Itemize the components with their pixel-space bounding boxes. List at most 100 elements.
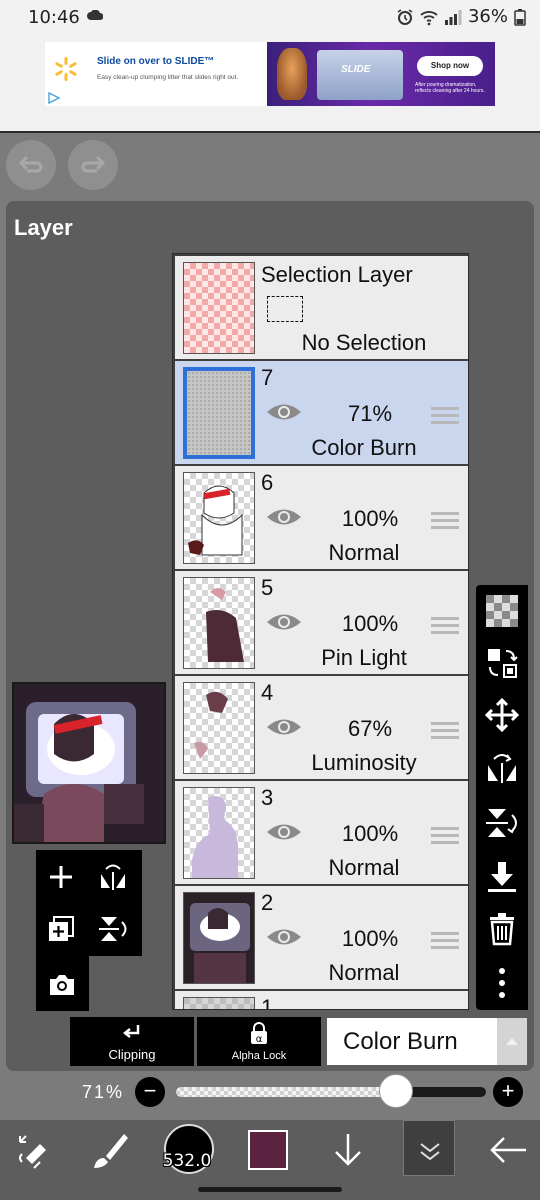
system-nav-bar xyxy=(0,1180,540,1200)
back-arrow-icon[interactable] xyxy=(486,1128,530,1172)
layer-row-4[interactable]: 4 67% Luminosity xyxy=(175,676,468,779)
ad-headline: Slide on over to SLIDE™ xyxy=(97,56,215,67)
layer-row-3[interactable]: 3 100% Normal xyxy=(175,781,468,884)
drag-handle-icon[interactable] xyxy=(431,720,459,740)
visibility-eye-icon[interactable] xyxy=(265,611,303,633)
layer-add-tools xyxy=(36,850,142,956)
layer-list[interactable]: Selection Layer No Selection 7 71% Color… xyxy=(172,253,469,1010)
drag-handle-icon[interactable] xyxy=(431,405,459,425)
opacity-slider-thumb[interactable] xyxy=(379,1074,414,1108)
layer-blend-mode: Normal xyxy=(328,855,400,880)
drag-handle-icon[interactable] xyxy=(431,930,459,950)
signal-icon xyxy=(444,9,462,25)
flip-vertical-icon[interactable] xyxy=(484,805,520,841)
camera-icon[interactable] xyxy=(47,970,77,1000)
brush-size-value: 532.0 xyxy=(162,1151,212,1171)
canvas-preview[interactable] xyxy=(12,682,166,844)
layer-swap-icon[interactable] xyxy=(484,645,520,681)
selection-layer-title: Selection Layer xyxy=(261,262,413,287)
redo-icon xyxy=(81,155,105,173)
layer-opacity: 67% xyxy=(347,716,393,741)
opacity-increase-button[interactable]: + xyxy=(493,1077,523,1107)
layer-thumbnail xyxy=(183,787,255,879)
layer-thumbnail xyxy=(183,472,255,564)
visibility-eye-icon[interactable] xyxy=(265,926,303,948)
visibility-eye-icon[interactable] xyxy=(265,506,303,528)
alarm-icon xyxy=(397,8,413,25)
flip-vertical-layer-icon[interactable] xyxy=(98,914,128,944)
artwork-preview-image xyxy=(14,684,164,842)
home-indicator[interactable] xyxy=(198,1187,342,1192)
ad-brand: SLIDE xyxy=(341,64,371,75)
flip-layer-icon[interactable] xyxy=(98,862,128,892)
blend-mode-select[interactable]: Color Burn xyxy=(327,1018,497,1065)
ad-cat-image xyxy=(277,48,307,100)
selection-marquee-icon xyxy=(267,296,303,322)
layer-row-2[interactable]: 2 100% Normal xyxy=(175,886,468,989)
layer-blend-mode: Color Burn xyxy=(311,435,417,460)
layer-opacity: 71% xyxy=(347,401,393,426)
current-color-swatch[interactable] xyxy=(248,1130,288,1170)
move-icon[interactable] xyxy=(484,697,520,733)
clipping-button[interactable]: Clipping xyxy=(70,1017,194,1066)
drag-handle-icon[interactable] xyxy=(431,615,459,635)
alpha-lock-button[interactable]: α Alpha Lock xyxy=(197,1017,321,1066)
layer-opacity: 100% xyxy=(341,821,399,846)
selection-layer-thumbnail xyxy=(183,262,255,354)
visibility-eye-icon[interactable] xyxy=(265,716,303,738)
ad-fine-print: After pouring dramatization, reflects cl… xyxy=(415,82,485,94)
wifi-icon xyxy=(420,10,438,25)
transform-tool-icon[interactable] xyxy=(10,1128,54,1172)
layer-number: 3 xyxy=(261,785,274,810)
duplicate-layer-icon[interactable] xyxy=(46,914,76,944)
layer-thumbnail xyxy=(183,367,255,459)
ad-banner[interactable]: Slide on over to SLIDE™ Easy clean-up cl… xyxy=(45,42,495,106)
ad-right-panel: SLIDE Shop now After pouring dramatizati… xyxy=(267,42,495,106)
clipping-label: Clipping xyxy=(108,1047,156,1062)
undo-button[interactable] xyxy=(6,140,56,190)
layer-row-5[interactable]: 5 100% Pin Light xyxy=(175,571,468,674)
layer-down-arrow-icon[interactable] xyxy=(326,1128,370,1172)
opacity-decrease-button[interactable]: − xyxy=(135,1077,165,1107)
layer-row-6[interactable]: 6 100% Normal xyxy=(175,466,468,569)
cloud-icon xyxy=(87,10,103,20)
layer-blend-mode: Normal xyxy=(328,540,400,565)
undo-icon xyxy=(19,155,43,173)
menu-toggle-button[interactable] xyxy=(403,1120,455,1176)
panel-title: Layer xyxy=(14,215,73,240)
layer-tools-toolbar xyxy=(476,585,528,1010)
add-layer-icon[interactable] xyxy=(46,862,76,892)
drag-handle-icon[interactable] xyxy=(431,510,459,530)
opacity-slider-track[interactable] xyxy=(176,1087,486,1097)
ad-shop-now-button[interactable]: Shop now xyxy=(417,56,483,76)
blend-mode-dropdown-button[interactable] xyxy=(497,1018,527,1065)
visibility-eye-icon[interactable] xyxy=(265,821,303,843)
ad-choices-icon[interactable] xyxy=(47,92,61,104)
brush-tool-icon[interactable] xyxy=(88,1128,132,1172)
layer-row-7[interactable]: 7 71% Color Burn xyxy=(175,361,468,464)
transparent-background-icon[interactable] xyxy=(484,593,520,629)
battery-percent: 36% xyxy=(467,6,508,27)
layer-thumbnail xyxy=(183,577,255,669)
alpha-lock-icon: α xyxy=(251,1022,267,1045)
visibility-eye-icon[interactable] xyxy=(265,401,303,423)
battery-icon xyxy=(514,8,526,26)
selection-layer-row[interactable]: Selection Layer No Selection xyxy=(175,256,468,359)
chevron-up-icon xyxy=(506,1038,518,1045)
layer-row-1[interactable]: 1 xyxy=(175,991,468,1009)
layer-number: 5 xyxy=(261,575,274,600)
flip-horizontal-icon[interactable] xyxy=(484,751,520,787)
redo-button[interactable] xyxy=(68,140,118,190)
delete-trash-icon[interactable] xyxy=(484,911,520,947)
clipping-icon xyxy=(122,1025,140,1038)
drag-handle-icon[interactable] xyxy=(431,825,459,845)
more-options-icon[interactable] xyxy=(484,965,520,1001)
opacity-value-label: 71% xyxy=(82,1082,125,1102)
layer-number: 7 xyxy=(261,365,274,390)
merge-down-icon[interactable] xyxy=(484,859,520,895)
layer-thumbnail xyxy=(183,892,255,984)
layer-thumbnail xyxy=(183,997,255,1009)
app-screen: 10:46 36% Slide on over to SLIDE™ Easy c… xyxy=(0,0,540,1200)
layer-opacity: 100% xyxy=(341,611,399,636)
walmart-spark-icon xyxy=(55,57,77,81)
